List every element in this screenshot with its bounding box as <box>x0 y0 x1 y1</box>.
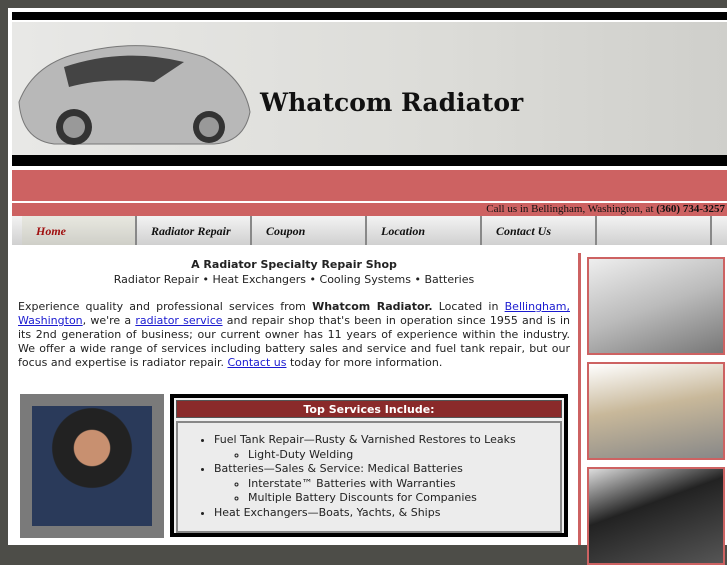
mechanic-photo <box>20 394 164 538</box>
page-heading: A Radiator Specialty Repair Shop <box>191 258 397 271</box>
contact-link[interactable]: Contact us <box>227 356 286 369</box>
sidebar-gallery <box>578 253 727 565</box>
nav-radiator-repair[interactable]: Radiator Repair <box>137 216 252 245</box>
top-bar <box>12 12 727 20</box>
services-box: Top Services Include: Fuel Tank Repair—R… <box>170 394 568 537</box>
main-nav: Home Radiator Repair Coupon Location Con… <box>12 216 727 245</box>
intro-text: Located in <box>432 300 505 313</box>
service-subitem: Multiple Battery Discounts for Companies <box>248 491 560 506</box>
service-item: Fuel Tank Repair—Rusty & Varnished Resto… <box>214 433 560 462</box>
nav-location[interactable]: Location <box>367 216 482 245</box>
intro-paragraph: Experience quality and professional serv… <box>18 300 570 370</box>
page: Whatcom Radiator Call us in Bellingham, … <box>8 8 727 565</box>
header-divider <box>12 155 727 166</box>
service-subitem: Interstate™ Batteries with Warranties <box>248 477 560 492</box>
intro-text: today for more information. <box>286 356 443 369</box>
services-list: Fuel Tank Repair—Rusty & Varnished Resto… <box>214 433 560 520</box>
car-image <box>18 45 251 145</box>
main-content: A Radiator Specialty Repair Shop Radiato… <box>18 258 570 538</box>
company-name: Whatcom Radiator. <box>312 300 433 313</box>
radiator-service-link[interactable]: radiator service <box>135 314 222 327</box>
services-title: Top Services Include: <box>176 400 562 418</box>
phone-number: (360) 734-3257 <box>656 203 725 215</box>
intro-text: Experience quality and professional serv… <box>18 300 313 313</box>
nav-contact-us[interactable]: Contact Us <box>482 216 597 245</box>
services-list-container: Fuel Tank Repair—Rusty & Varnished Resto… <box>176 421 562 533</box>
service-item: Heat Exchangers—Boats, Yachts, & Ships <box>214 506 560 521</box>
call-us-text: Call us in Bellingham, Washington, at <box>486 203 657 215</box>
car-photo <box>587 362 725 460</box>
service-label: Fuel Tank Repair—Rusty & Varnished Resto… <box>214 433 516 446</box>
nav-coupon[interactable]: Coupon <box>252 216 367 245</box>
nav-empty <box>597 216 712 245</box>
red-band <box>12 170 727 201</box>
page-subheading: Radiator Repair • Heat Exchangers • Cool… <box>113 273 475 286</box>
car-photo <box>587 257 725 355</box>
site-title: Whatcom Radiator <box>260 88 524 117</box>
header-banner: Whatcom Radiator <box>12 22 727 162</box>
nav-home[interactable]: Home <box>22 216 137 245</box>
call-us-bar: Call us in Bellingham, Washington, at (3… <box>12 203 727 216</box>
intro-text: , we're a <box>82 314 136 327</box>
service-subitem: Light-Duty Welding <box>248 448 560 463</box>
car-photo <box>587 467 725 565</box>
service-item: Batteries—Sales & Service: Medical Batte… <box>214 462 560 506</box>
service-label: Batteries—Sales & Service: Medical Batte… <box>214 462 463 475</box>
